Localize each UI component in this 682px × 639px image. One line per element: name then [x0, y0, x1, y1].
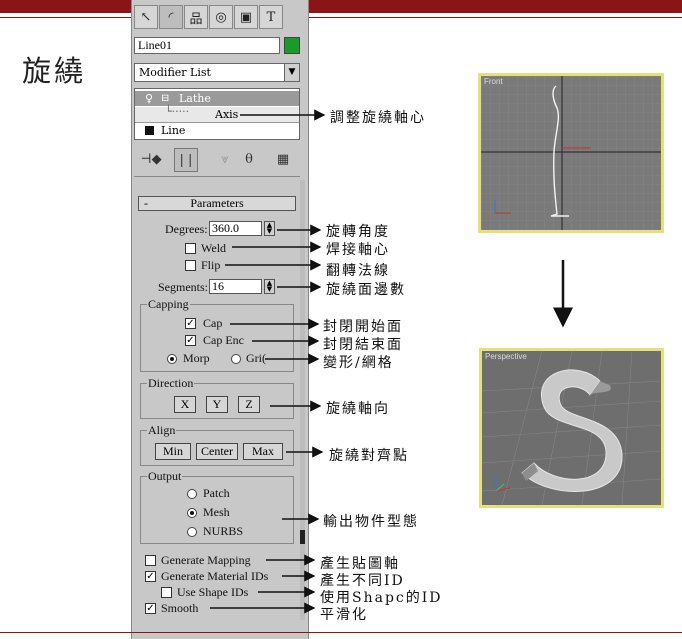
annotation-weld: 焊接軸心	[326, 242, 390, 258]
annotation-morph-grid: 變形/網格	[323, 355, 394, 371]
perspective-viewport-label: Perspective	[485, 352, 527, 361]
annotation-flip: 翻轉法線	[326, 263, 390, 279]
annotation-segments: 旋繞面邊數	[326, 282, 406, 298]
annotation-degrees: 旋轉角度	[326, 224, 390, 240]
annotation-cap-start: 封閉開始面	[323, 319, 403, 335]
annotation-output: 輸出物件型態	[323, 514, 419, 530]
perspective-viewport-scene	[482, 351, 661, 505]
perspective-viewport[interactable]: Perspective	[479, 348, 664, 508]
annotation-smooth: 平滑化	[320, 607, 368, 623]
front-viewport[interactable]: Front	[478, 73, 664, 233]
footer-rule	[0, 632, 682, 633]
annotation-align: 旋繞對齊點	[329, 448, 409, 464]
front-viewport-grid	[481, 76, 661, 230]
annotation-axis: 調整旋繞軸心	[330, 110, 426, 126]
annotation-direction: 旋繞軸向	[326, 401, 390, 417]
annotation-cap-end: 封閉結束面	[323, 337, 403, 353]
front-viewport-label: Front	[484, 77, 503, 86]
